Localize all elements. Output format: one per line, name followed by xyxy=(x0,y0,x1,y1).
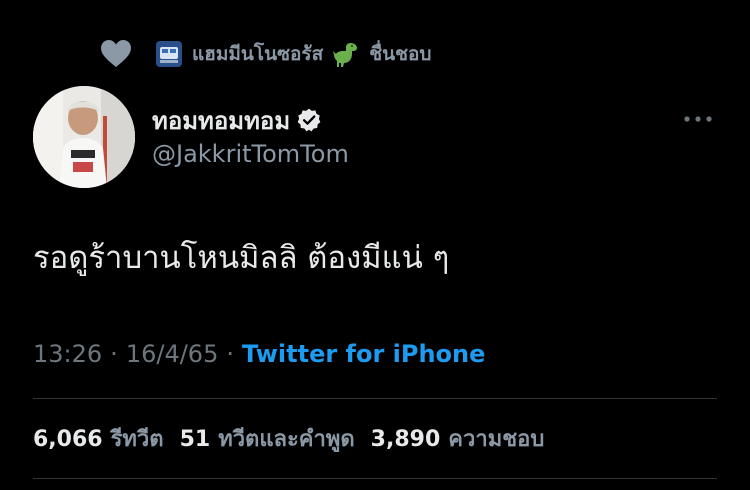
more-icon xyxy=(684,116,712,122)
retweets-label: รีทวีต xyxy=(110,426,164,452)
meta-separator: · xyxy=(226,340,234,368)
verified-badge-icon xyxy=(296,107,322,133)
likes-count: 3,890 xyxy=(370,426,441,452)
likes-label: ความชอบ xyxy=(448,426,545,452)
tweet-stats: 6,066 รีทวีต 51 ทวีตและคำพูด 3,890 ความช… xyxy=(33,418,560,458)
author-block[interactable]: ทอมทอมทอม @JakkritTomTom xyxy=(152,101,349,169)
dinosaur-emoji-icon xyxy=(331,39,361,69)
author-name[interactable]: ทอมทอมทอม xyxy=(152,101,290,140)
quotes-count: 51 xyxy=(179,426,211,452)
divider xyxy=(33,398,717,399)
likes-stat[interactable]: 3,890 ความชอบ xyxy=(371,421,545,456)
quotes-label: ทวีตและคำพูด xyxy=(218,426,355,452)
tweet-meta: 13:26 · 16/4/65 · Twitter for iPhone xyxy=(33,334,485,374)
liked-action: ชื่นชอบ xyxy=(369,43,432,65)
tweet-text: รอดูร้าบานโหนมิลลิ ต้องมีแน่ ๆ xyxy=(33,240,450,276)
tweet-time[interactable]: 13:26 xyxy=(33,340,102,368)
meta-separator: · xyxy=(110,340,118,368)
divider xyxy=(33,478,717,479)
retweets-stat[interactable]: 6,066 รีทวีต xyxy=(33,421,164,456)
more-options-button[interactable] xyxy=(678,104,718,134)
train-emoji-icon xyxy=(154,39,184,69)
author-handle[interactable]: @JakkritTomTom xyxy=(152,140,349,168)
avatar[interactable] xyxy=(33,86,135,188)
retweets-count: 6,066 xyxy=(33,426,103,452)
quotes-stat[interactable]: 51 ทวีตและคำพูด xyxy=(180,421,355,456)
tweet-source-link[interactable]: Twitter for iPhone xyxy=(242,340,485,368)
social-context[interactable]: แฮมมีนโนซอรัส ชื่นชอบ xyxy=(100,34,431,74)
heart-icon xyxy=(100,39,132,69)
liked-by-name[interactable]: แฮมมีนโนซอรัส xyxy=(192,39,323,69)
tweet-date[interactable]: 16/4/65 xyxy=(126,340,219,368)
